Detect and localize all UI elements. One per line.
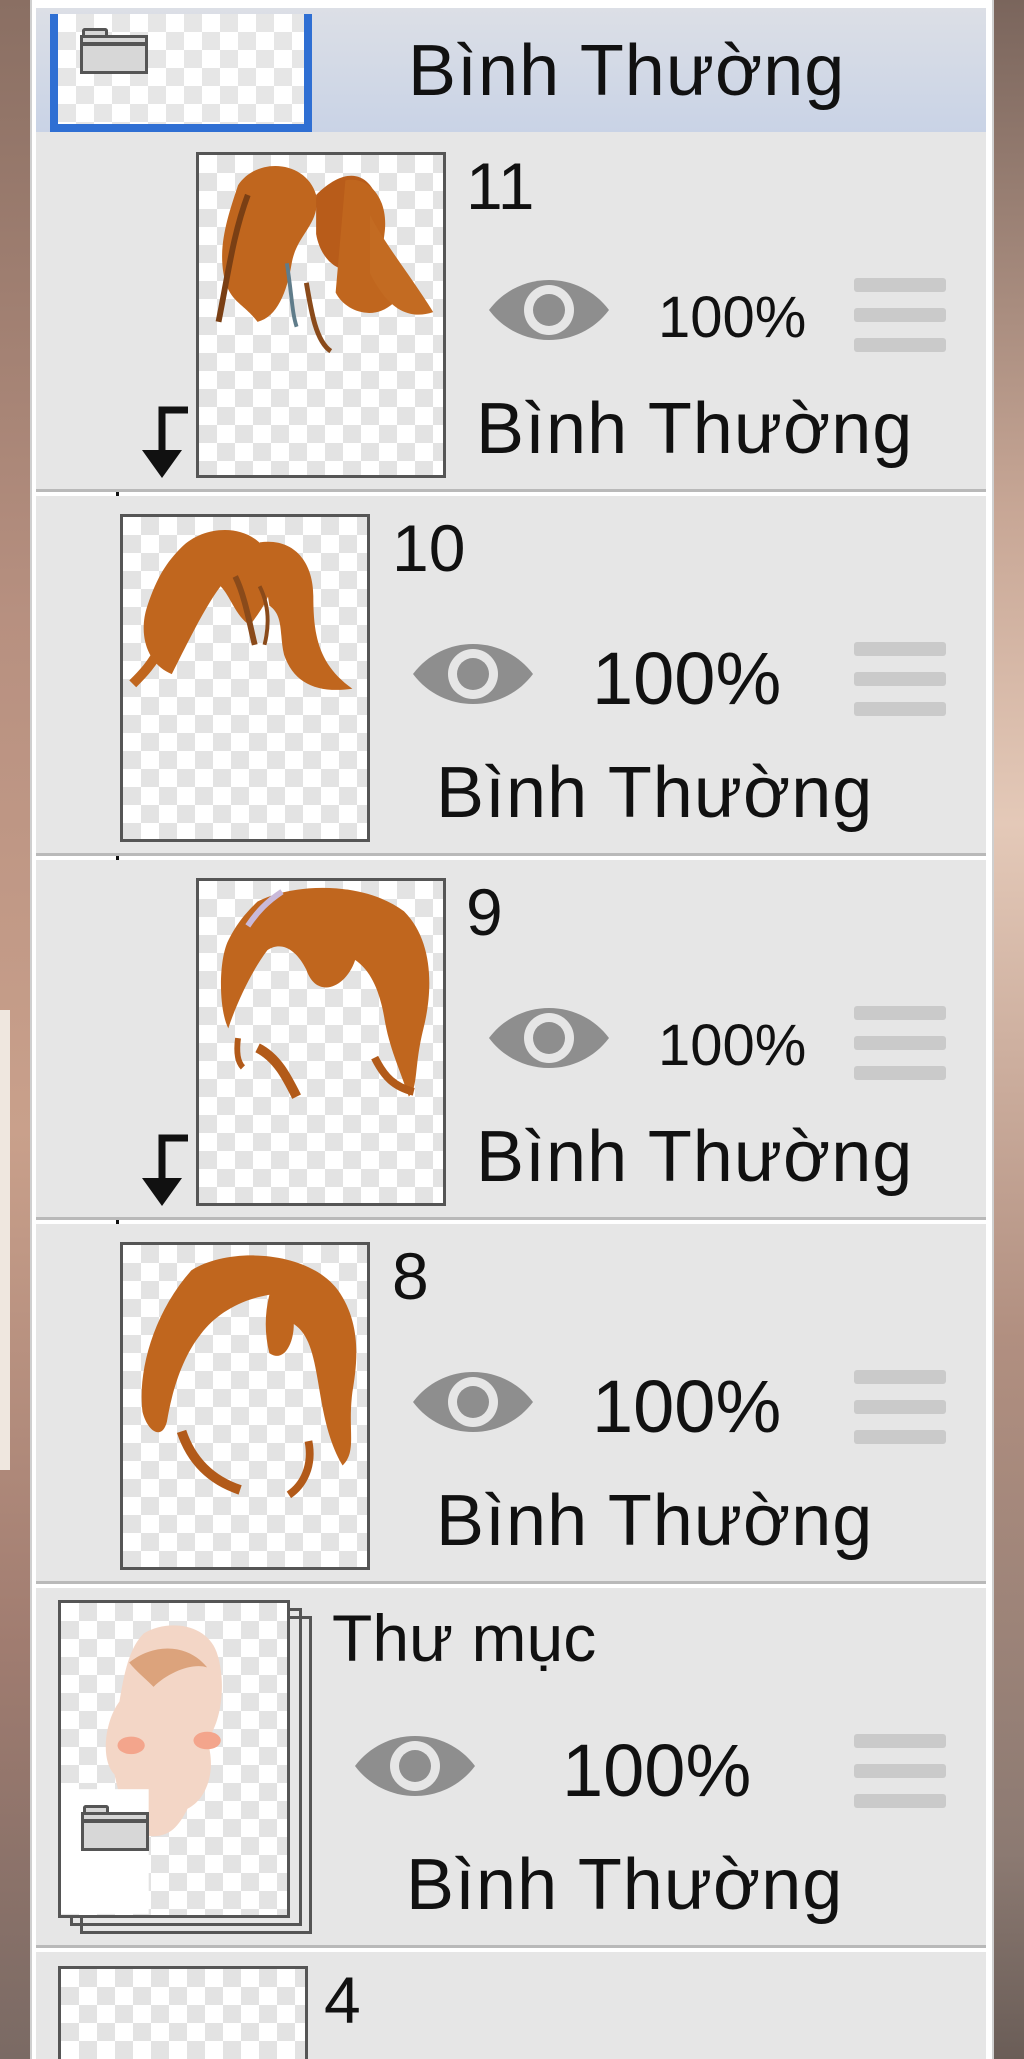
folder-icon bbox=[81, 1805, 149, 1851]
layer-row-8[interactable]: 8 100% Bình Thường bbox=[36, 1224, 986, 1584]
folder-header-thumbnail[interactable] bbox=[50, 14, 312, 132]
folder-thumbnail[interactable] bbox=[58, 1600, 290, 1918]
layer-thumbnail[interactable] bbox=[196, 152, 446, 478]
blend-mode-label[interactable]: Bình Thường bbox=[436, 1480, 873, 1562]
layer-row-11[interactable]: 11 100% Bình Thường bbox=[36, 132, 986, 492]
eye-icon[interactable] bbox=[484, 998, 614, 1078]
layer-thumbnail[interactable] bbox=[58, 1966, 308, 2059]
opacity-value[interactable]: 100% bbox=[658, 1012, 806, 1079]
background-canvas-left bbox=[0, 0, 30, 2059]
drag-handle-icon[interactable] bbox=[854, 642, 946, 718]
background-strip bbox=[0, 1010, 10, 1470]
folder-icon bbox=[80, 28, 148, 74]
layer-name: 9 bbox=[466, 875, 503, 949]
layer-row-4[interactable]: 4 bbox=[36, 1952, 986, 2059]
layer-name: 4 bbox=[324, 1963, 361, 2037]
opacity-value[interactable]: 100% bbox=[592, 1364, 781, 1449]
layer-row-10[interactable]: 10 100% Bình Thường bbox=[36, 496, 986, 856]
layer-name: 10 bbox=[392, 511, 466, 585]
clip-arrow-icon bbox=[132, 402, 192, 482]
layer-name: Thư mục bbox=[332, 1601, 597, 1675]
layer-name: 11 bbox=[466, 149, 535, 223]
blend-mode-label[interactable]: Bình Thường bbox=[476, 1116, 913, 1198]
layer-thumbnail[interactable] bbox=[120, 514, 370, 842]
drag-handle-icon[interactable] bbox=[854, 1370, 946, 1446]
clip-arrow-icon bbox=[132, 1130, 192, 1210]
drag-handle-icon[interactable] bbox=[854, 1006, 946, 1082]
hair-sketch bbox=[141, 1255, 357, 1499]
folder-row[interactable]: Thư mục 100% Bình Thường bbox=[36, 1588, 986, 1948]
eye-icon[interactable] bbox=[350, 1726, 480, 1806]
hair-sketch bbox=[129, 529, 353, 690]
eye-icon[interactable] bbox=[408, 1362, 538, 1442]
layer-name: 8 bbox=[392, 1239, 429, 1313]
layer-thumbnail[interactable] bbox=[120, 1242, 370, 1570]
hair-sketch bbox=[220, 887, 430, 1099]
drag-handle-icon[interactable] bbox=[854, 1734, 946, 1810]
blend-mode-label[interactable]: Bình Thường bbox=[476, 388, 913, 470]
eye-icon[interactable] bbox=[408, 634, 538, 714]
opacity-value[interactable]: 100% bbox=[592, 636, 781, 721]
layer-row-9[interactable]: 9 100% Bình Thường bbox=[36, 860, 986, 1220]
folder-header-row[interactable]: Bình Thường bbox=[36, 8, 986, 132]
layers-panel: Bình Thường 11 100% Bình Thường 10 100% … bbox=[30, 0, 994, 2059]
opacity-value[interactable]: 100% bbox=[658, 284, 806, 351]
hair-sketch bbox=[215, 165, 434, 354]
opacity-value[interactable]: 100% bbox=[562, 1728, 751, 1813]
layer-thumbnail[interactable] bbox=[196, 878, 446, 1206]
drag-handle-icon[interactable] bbox=[854, 278, 946, 354]
blend-mode-label[interactable]: Bình Thường bbox=[406, 1844, 843, 1926]
character-sketch bbox=[61, 1625, 222, 1914]
blend-mode-label[interactable]: Bình Thường bbox=[436, 752, 873, 834]
folder-header-blend-mode[interactable]: Bình Thường bbox=[408, 30, 845, 112]
eye-icon[interactable] bbox=[484, 270, 614, 350]
